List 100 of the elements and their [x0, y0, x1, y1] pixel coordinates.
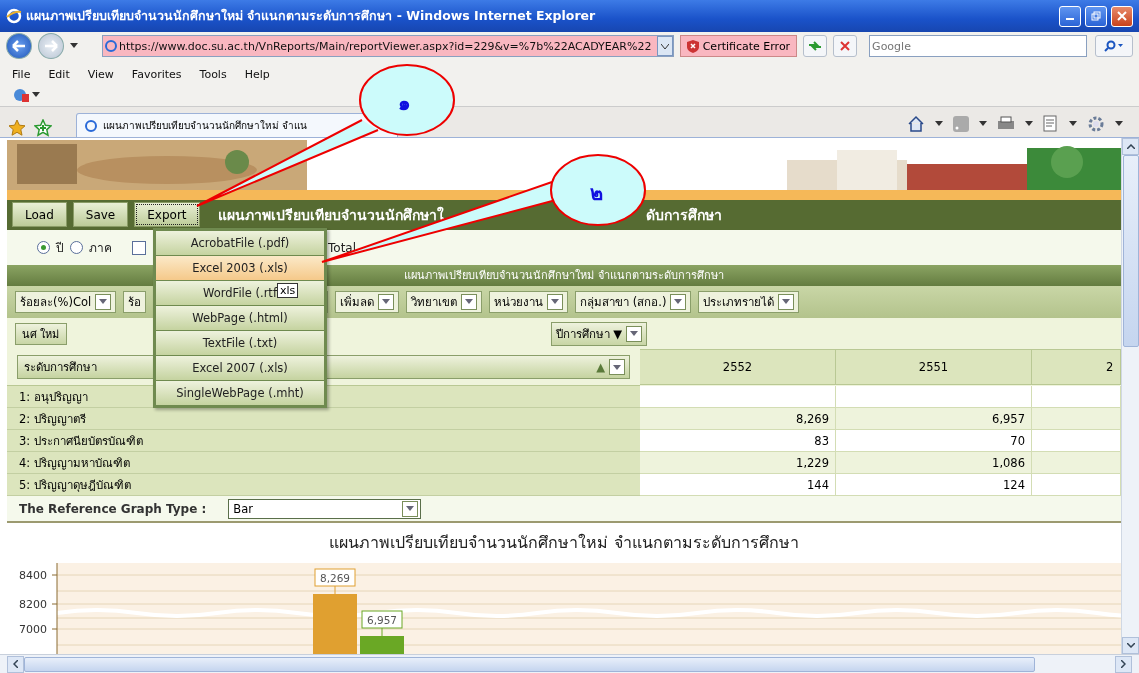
- vertical-scrollbar[interactable]: [1121, 138, 1139, 654]
- table-cell: 8,269: [640, 408, 836, 430]
- scroll-up-button[interactable]: [1122, 138, 1139, 155]
- tooltip: xls: [277, 283, 299, 298]
- back-button[interactable]: [6, 33, 32, 59]
- forward-arrow-icon: [43, 40, 58, 52]
- chart-title: แผนภาพเปรียบเทียบจำนวนนักศึกษาใหม่ จำแนกตามระดับการศึกษา: [329, 531, 799, 554]
- filter-dropdown[interactable]: ร้อยละ(%)Col: [15, 290, 117, 313]
- stop-button[interactable]: [833, 35, 858, 57]
- filter-dropdown[interactable]: วิทยาเขต: [406, 290, 483, 313]
- filter-dropdown[interactable]: ประเภทรายได้: [698, 290, 800, 313]
- chevron-left-icon: [13, 660, 18, 668]
- graph-type-select[interactable]: Bar: [228, 498, 422, 519]
- search-field[interactable]: Google: [869, 35, 1087, 57]
- address-field[interactable]: https://www.doc.su.ac.th/VnReports/Main/reportViewer.aspx?id=229&v=%7b%22ACADYEAR%22: [101, 35, 674, 57]
- dropdown-button[interactable]: [609, 359, 625, 375]
- caret-icon: [406, 506, 415, 511]
- dropdown-button[interactable]: [778, 293, 795, 310]
- export-menu-item[interactable]: Excel 2003 (.xls): [156, 256, 324, 280]
- export-menu-item[interactable]: TextFile (.txt): [156, 331, 324, 355]
- menu-item[interactable]: File: [12, 67, 31, 81]
- dropdown-button[interactable]: [461, 293, 478, 310]
- table-cell: 124: [836, 474, 1032, 496]
- address-dropdown-button[interactable]: [656, 36, 673, 56]
- window-title: แผนภาพเปรียบเทียบจำนวนนักศึกษาใหม่ จำแนกตามระดับการศึกษา - Windows Internet Explorer: [26, 7, 597, 25]
- menu-item[interactable]: View: [87, 67, 114, 81]
- dropdown-button[interactable]: [378, 293, 395, 310]
- shield-icon: [686, 39, 699, 53]
- certificate-error-button[interactable]: Certificate Error: [679, 35, 798, 57]
- caret-icon: [630, 331, 638, 337]
- menu-item[interactable]: Edit: [48, 67, 70, 81]
- scrollbar-thumb[interactable]: [24, 656, 1035, 672]
- settings-icon: [1087, 115, 1105, 133]
- dropdown-button[interactable]: [670, 293, 687, 310]
- radio-label: ภาค: [89, 240, 112, 258]
- minimize-button[interactable]: [1059, 5, 1081, 27]
- row-label: 3: ประกาศนียบัตรบัณฑิต: [7, 430, 640, 452]
- filter-dropdown[interactable]: หน่วยงาน: [489, 290, 569, 313]
- graph-type-label: The Reference Graph Type :: [19, 501, 207, 516]
- column-header: 2: [1032, 349, 1121, 385]
- data-label: 8,269: [314, 568, 356, 595]
- scroll-down-button[interactable]: [1122, 637, 1139, 654]
- export-menu-item[interactable]: AcrobatFile (.pdf): [156, 231, 324, 255]
- caret-icon: [382, 299, 391, 305]
- dropdown-button[interactable]: [626, 325, 642, 342]
- caret-icon: [1115, 121, 1123, 127]
- close-button[interactable]: [1111, 5, 1133, 27]
- chevron-down-icon: [660, 43, 669, 49]
- filter-dropdown[interactable]: กลุ่มสาขา (สกอ.): [575, 290, 692, 313]
- row-label: 4: ปริญญามหาบัณฑิต: [7, 452, 640, 474]
- scrollbar-thumb[interactable]: [1122, 155, 1139, 347]
- menu-item[interactable]: Favorites: [131, 67, 182, 81]
- chevron-down-icon: [1126, 643, 1135, 648]
- feed-icon: [953, 116, 969, 132]
- toolbar-button[interactable]: Export: [134, 202, 200, 228]
- dropdown-button[interactable]: [95, 293, 112, 310]
- table-cell: 83: [640, 430, 836, 452]
- filter-dropdown[interactable]: เพิ่มลด: [335, 290, 400, 313]
- radio-button[interactable]: [37, 241, 50, 255]
- row-field-button[interactable]: นศ ใหม่: [15, 322, 67, 345]
- radio-button[interactable]: [70, 241, 83, 255]
- dropdown-button[interactable]: [547, 293, 564, 310]
- table-cell: 144: [640, 474, 836, 496]
- restore-button[interactable]: [1085, 5, 1107, 27]
- search-button[interactable]: [1095, 35, 1133, 57]
- menu-item[interactable]: Tools: [199, 67, 227, 81]
- report-header: แผนภาพเปรียบเทียบจำนวนนักศึกษาใหม่ จำแนกตามระดับการศึกษา: [404, 268, 724, 285]
- caret-icon: [935, 121, 943, 127]
- menu-item[interactable]: Help: [244, 67, 270, 81]
- refresh-button[interactable]: [803, 35, 828, 57]
- refresh-icon: [808, 40, 823, 52]
- export-menu-item[interactable]: SingleWebPage (.mht): [156, 381, 324, 405]
- restore-icon: [1091, 11, 1101, 21]
- export-menu-item[interactable]: Excel 2007 (.xls): [156, 356, 324, 380]
- home-icon: [907, 115, 925, 133]
- export-menu-item[interactable]: WebPage (.html): [156, 306, 324, 330]
- column-header: 2552: [640, 349, 836, 385]
- toolbar-button[interactable]: Save: [72, 202, 129, 228]
- row-label: 5: ปริญญาดุษฎีบัณฑิต: [7, 474, 640, 496]
- search-icon: [1104, 40, 1124, 52]
- caret-icon: [1025, 121, 1033, 127]
- report-title: แผนภาพเปรียบเทียบจำนวนนักศึกษาใ: [217, 205, 444, 225]
- column-field-dropdown[interactable]: ปีการศึกษา ▼: [550, 321, 647, 346]
- page-menu-icon: [1043, 115, 1059, 133]
- browser-icon: [6, 8, 22, 24]
- toolbar-button[interactable]: Load: [12, 202, 67, 228]
- page-icon: [83, 117, 99, 134]
- scroll-right-button[interactable]: [1115, 655, 1132, 673]
- axis-label: 7000: [19, 623, 47, 636]
- scroll-left-button[interactable]: [7, 655, 24, 673]
- column-header: 2551: [836, 349, 1032, 385]
- caret-icon: [99, 299, 108, 305]
- callout-number: ๑: [398, 91, 411, 115]
- table-cell: 70: [836, 430, 1032, 452]
- caret-icon: [1069, 121, 1077, 127]
- filter-dropdown[interactable]: ร้อ: [123, 290, 147, 313]
- caret-icon: [782, 299, 791, 305]
- horizontal-scrollbar[interactable]: [0, 654, 1139, 673]
- checkbox[interactable]: [132, 240, 146, 255]
- dropdown-button[interactable]: [402, 500, 419, 517]
